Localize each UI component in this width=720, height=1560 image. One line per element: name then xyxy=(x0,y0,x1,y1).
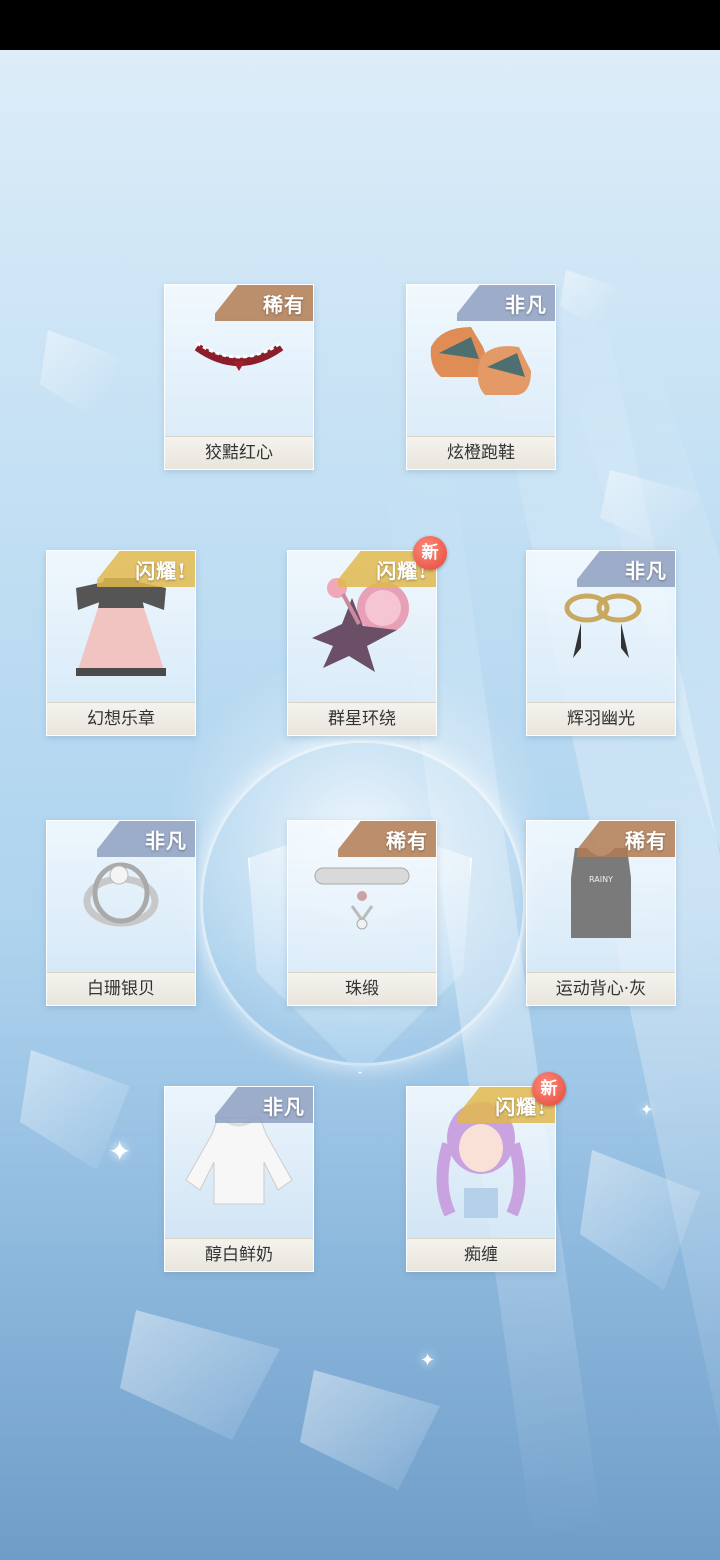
item-name: 白珊银贝 xyxy=(47,972,195,1005)
rarity-ribbon: 非凡 xyxy=(215,1087,313,1125)
item-name: 幻想乐章 xyxy=(47,702,195,735)
new-badge: 新 xyxy=(532,1072,566,1106)
rarity-label: 稀有 xyxy=(625,829,667,853)
rarity-label: 稀有 xyxy=(263,293,305,317)
rarity-label: 非凡 xyxy=(263,1095,305,1119)
rarity-ribbon: 稀有 xyxy=(338,821,436,859)
reward-card[interactable]: RAINY 稀有运动背心·灰 xyxy=(526,820,676,1006)
item-name: 辉羽幽光 xyxy=(527,702,675,735)
rarity-ribbon: 非凡 xyxy=(577,551,675,589)
rarity-label: 稀有 xyxy=(386,829,428,853)
reward-card[interactable]: 稀有珠缎 xyxy=(287,820,437,1006)
rarity-ribbon: 稀有 xyxy=(577,821,675,859)
item-name: 狡黠红心 xyxy=(165,436,313,469)
item-name: 醇白鲜奶 xyxy=(165,1238,313,1271)
rarity-label: 非凡 xyxy=(505,293,547,317)
item-name: 群星环绕 xyxy=(288,702,436,735)
rarity-label: 非凡 xyxy=(145,829,187,853)
rarity-label: 非凡 xyxy=(625,559,667,583)
item-name: 运动背心·灰 xyxy=(527,972,675,1005)
reward-card[interactable]: 非凡辉羽幽光 xyxy=(526,550,676,736)
rarity-ribbon: 非凡 xyxy=(457,285,555,323)
rarity-label: 闪耀! xyxy=(135,559,187,583)
svg-text:RAINY: RAINY xyxy=(589,875,613,884)
rarity-ribbon: 闪耀! xyxy=(97,551,195,589)
item-name: 珠缎 xyxy=(288,972,436,1005)
reward-card[interactable]: 闪耀! 群星环绕 xyxy=(287,550,437,736)
status-bar xyxy=(0,0,720,50)
reward-card[interactable]: 闪耀! 痴缠 xyxy=(406,1086,556,1272)
reward-card[interactable]: 非凡白珊银贝 xyxy=(46,820,196,1006)
reward-card[interactable]: 非凡醇白鲜奶 xyxy=(164,1086,314,1272)
item-name: 炫橙跑鞋 xyxy=(407,436,555,469)
new-badge: 新 xyxy=(413,536,447,570)
rarity-ribbon: 非凡 xyxy=(97,821,195,859)
background-scene: ✦ ✦ ✦ xyxy=(0,50,720,1560)
reward-card[interactable]: 稀有狡黠红心 xyxy=(164,284,314,470)
item-name: 痴缠 xyxy=(407,1238,555,1271)
reward-card[interactable]: 闪耀! 幻想乐章 xyxy=(46,550,196,736)
rarity-ribbon: 稀有 xyxy=(215,285,313,323)
reward-card[interactable]: 非凡炫橙跑鞋 xyxy=(406,284,556,470)
